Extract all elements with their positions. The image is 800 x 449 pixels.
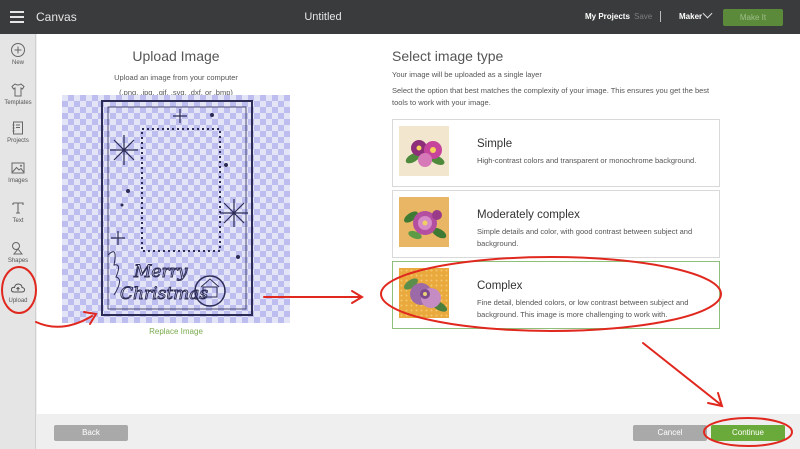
sidebar-item-upload[interactable]: Upload <box>0 280 36 304</box>
flower-icon <box>404 210 447 240</box>
merry-lettering: Merry <box>133 262 188 282</box>
sidebar-item-projects[interactable]: Projects <box>0 120 36 144</box>
save-button[interactable]: Save <box>634 12 652 21</box>
select-image-type-title: Select image type <box>392 48 504 64</box>
sidebar-item-label: Upload <box>8 298 28 304</box>
sidebar-item-new[interactable]: New <box>0 42 36 66</box>
sidebar-item-text[interactable]: Text <box>0 200 36 224</box>
option-description: Simple details and color, with good cont… <box>477 227 693 248</box>
document-title: Untitled <box>304 11 342 23</box>
sidebar-item-label: Text <box>12 218 24 224</box>
replace-image-link[interactable]: Replace Image <box>62 327 290 336</box>
sidebar-item-shapes[interactable]: Shapes <box>0 240 36 264</box>
complex-thumbnail <box>399 268 449 318</box>
left-sidebar: New Templates Projects Images Text Shape… <box>0 34 36 449</box>
option-simple[interactable]: Simple High-contrast colors and transpar… <box>392 119 720 187</box>
cancel-button[interactable]: Cancel <box>633 425 707 441</box>
sidebar-item-images[interactable]: Images <box>0 160 36 184</box>
flower-icon <box>399 268 449 318</box>
option-description: Fine detail, blended colors, or low cont… <box>477 298 689 319</box>
option-title: Simple <box>477 138 513 150</box>
image-preview: Merry Christmas <box>62 95 290 323</box>
machine-select[interactable]: Maker <box>679 12 702 21</box>
simple-thumbnail <box>399 126 449 176</box>
sidebar-item-label: Templates <box>4 100 32 106</box>
sidebar-item-label: Images <box>8 178 28 184</box>
shapes-icon <box>12 242 24 255</box>
option-moderately-complex[interactable]: Moderately complex Simple details and co… <box>392 190 720 258</box>
sidebar-item-label: Shapes <box>7 258 29 264</box>
sidebar-item-label: Projects <box>7 138 29 144</box>
single-layer-note: Your image will be uploaded as a single … <box>392 70 542 79</box>
moderately-complex-thumbnail <box>399 197 449 247</box>
upload-instruction-line: Upload an image from your computer <box>114 73 238 82</box>
christmas-card-artwork: Merry Christmas <box>101 100 253 316</box>
text-icon <box>12 202 24 214</box>
option-title: Complex <box>477 280 523 292</box>
select-instructions: Select the option that best matches the … <box>392 86 710 107</box>
christmas-lettering: Christmas <box>120 284 208 304</box>
continue-button[interactable]: Continue <box>711 425 785 441</box>
make-it-button[interactable]: Make It <box>723 9 783 26</box>
plus-icon <box>11 43 25 57</box>
flower-icon <box>405 140 445 167</box>
sidebar-item-templates[interactable]: Templates <box>0 82 36 106</box>
upload-image-title: Upload Image <box>132 48 220 64</box>
chevron-down-icon[interactable] <box>702 8 713 19</box>
notebook-icon <box>12 121 23 135</box>
my-projects-link[interactable]: My Projects <box>585 12 630 21</box>
sidebar-item-label: New <box>11 60 24 66</box>
back-button[interactable]: Back <box>54 425 128 441</box>
image-icon <box>11 162 25 174</box>
top-bar: Canvas Untitled My Projects Save Maker M… <box>0 0 800 34</box>
option-complex[interactable]: Complex Fine detail, blended colors, or … <box>392 261 720 329</box>
option-title: Moderately complex <box>477 209 580 221</box>
divider <box>660 11 661 22</box>
option-description: High-contrast colors and transparent or … <box>477 156 697 165</box>
upload-cloud-icon <box>10 283 26 293</box>
shirt-icon <box>11 83 25 97</box>
